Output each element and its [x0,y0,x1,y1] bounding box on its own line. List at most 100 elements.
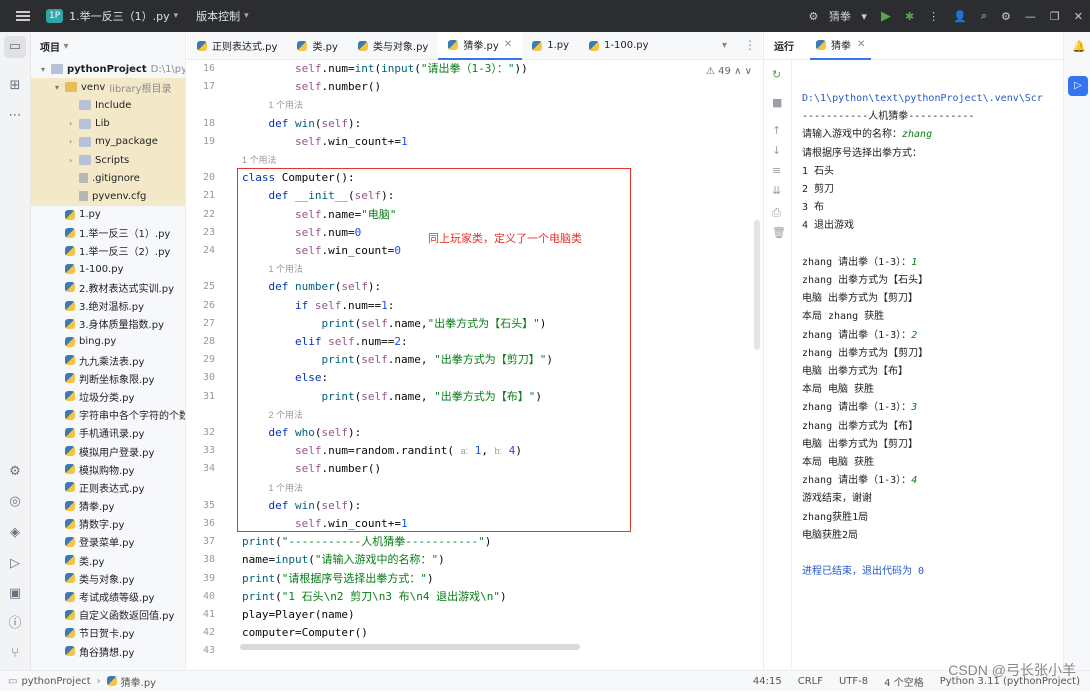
stop-icon[interactable]: ■ [772,96,782,109]
tree-item[interactable]: bing.py [31,333,185,351]
tree-item[interactable]: 1-100.py [31,260,185,278]
tree-item[interactable]: › Lib [31,114,185,133]
line-number[interactable]: 27 [203,318,215,329]
debug-icon[interactable]: ✱ [905,10,914,23]
run-icon[interactable]: ▶ [881,9,891,24]
line-number[interactable]: 28 [203,336,215,347]
tree-item[interactable]: 登录菜单.py [31,533,185,551]
settings-icon[interactable]: ⚙ [1001,10,1011,23]
code-line[interactable]: self.win_count=0 [242,242,401,260]
tree-item[interactable]: 1.py [31,206,185,224]
warnings-indicator[interactable]: ⚠ 49 ∧ ∨ [706,66,752,77]
status-encoding[interactable]: UTF-8 [839,676,868,687]
line-number[interactable]: 30 [203,372,215,383]
tree-item[interactable]: 猜拳.py [31,497,185,515]
status-indent[interactable]: 4 个空格 [884,674,924,689]
code-line[interactable]: self.win_count+=1 [242,133,408,151]
tree-item[interactable]: .gitignore [31,169,185,188]
chevron-down-icon[interactable]: ▾ [244,11,249,21]
more-icon[interactable]: ⋮ [744,38,756,52]
code-line[interactable]: print(self.name, "出拳方式为【剪刀】") [242,351,552,369]
tree-item[interactable]: 类与对象.py [31,569,185,587]
status-cursor-position[interactable]: 44:15 [753,676,782,687]
main-menu-icon[interactable] [16,11,30,21]
chevron-down-icon[interactable]: ▾ [41,65,51,74]
code-line[interactable]: def win(self): [242,115,362,133]
line-number[interactable]: 23 [203,227,215,238]
code-line[interactable]: self.num=random.randint( a: 1, b: 4) [242,442,522,460]
trash-icon[interactable]: 🗑 [772,226,786,239]
tree-item[interactable]: 模拟购物.py [31,460,185,478]
tree-item[interactable]: 3.身体质量指数.py [31,315,185,333]
tree-item[interactable]: 九九乘法表.py [31,351,185,369]
tree-item[interactable]: › my_package [31,132,185,151]
restore-icon[interactable]: ❐ [1050,10,1060,23]
status-line-separator[interactable]: CRLF [798,676,823,687]
chevron-down-icon[interactable]: ▾ [174,11,179,21]
tree-item[interactable]: 考试成绩等级.py [31,587,185,605]
chevron-icon[interactable]: › [69,137,79,146]
code-line[interactable]: self.num=0 [242,224,361,242]
scroll-to-end-icon[interactable]: ⇊ [772,184,781,197]
line-number[interactable]: 19 [203,136,215,147]
editor-hscrollbar[interactable] [240,644,580,650]
project-panel-header[interactable]: 项目 ▾ [31,32,185,60]
tree-item[interactable]: 垃圾分类.py [31,387,185,405]
line-number[interactable]: 31 [203,391,215,402]
print-icon[interactable]: ⎙ [772,206,781,220]
line-number[interactable]: 35 [203,500,215,511]
current-file-title[interactable]: 1.举一反三（1）.py [69,8,169,24]
project-tool-icon[interactable]: ▭ [4,36,26,58]
line-number[interactable]: 25 [203,281,215,292]
console-output[interactable]: D:\1\python\text\pythonProject\.venv\Scr… [802,90,1090,581]
git-icon[interactable]: ⑂ [7,646,23,662]
editor-tab[interactable]: 正则表达式.py [187,32,287,60]
line-number[interactable]: 22 [203,209,215,220]
more-tools-icon[interactable]: ⋯ [7,108,23,124]
vcs-menu[interactable]: 版本控制 [196,8,240,24]
tree-item[interactable]: 角谷猜想.py [31,642,185,660]
python-console-icon[interactable]: ◎ [7,494,23,510]
code-line[interactable]: if self.num==1: [242,297,394,315]
editor-tab[interactable]: 猜拳.py ✕ [438,31,523,60]
line-number[interactable]: 43 [203,645,215,656]
editor-tab[interactable]: 1-100.py [579,32,659,60]
code-editor[interactable]: self.num=int(input("请出拳（1-3）：")) self.nu… [227,60,762,650]
structure-tool-icon[interactable]: ⊞ [7,78,23,94]
rerun-icon[interactable]: ↻ [772,68,781,81]
tree-item[interactable]: 3.绝对温标.py [31,296,185,314]
code-line[interactable]: self.name="电脑" [242,206,397,224]
inlay-hint-line[interactable]: 2 个用法 [242,406,304,424]
code-line[interactable]: elif self.num==2: [242,333,408,351]
soft-wrap-icon[interactable]: ≡ [772,164,781,177]
tree-item[interactable]: 1.举一反三（1）.py [31,224,185,242]
tree-item[interactable]: 类.py [31,551,185,569]
down-icon[interactable]: ↓ [772,144,781,157]
code-line[interactable]: def __init__(self): [242,187,395,205]
line-number[interactable]: 41 [203,609,215,620]
code-line[interactable]: self.number() [242,460,381,478]
run-tool-icon[interactable]: ▷ [1068,76,1088,96]
services-icon[interactable]: ◈ [7,525,23,541]
tree-item[interactable]: pyvenv.cfg [31,187,185,206]
code-line[interactable]: play=Player(name) [242,606,355,624]
code-line[interactable]: self.number() [242,78,381,96]
code-line[interactable]: self.num=int(input("请出拳（1-3）：")) [242,60,528,78]
terminal-icon[interactable]: ▣ [7,586,23,602]
tree-item[interactable]: 模拟用户登录.py [31,442,185,460]
up-icon[interactable]: ↑ [772,124,781,137]
minimize-icon[interactable]: — [1025,10,1036,23]
line-number[interactable]: 18 [203,118,215,129]
inlay-hint-line[interactable]: 1 个用法 [242,260,304,278]
line-number[interactable]: 38 [203,554,215,565]
inlay-hint-line[interactable]: 1 个用法 [242,479,304,497]
code-line[interactable]: def number(self): [242,278,382,296]
tree-item[interactable]: 正则表达式.py [31,478,185,496]
editor-tab[interactable]: 1.py [522,32,579,60]
line-number[interactable]: 34 [203,463,215,474]
close-icon[interactable]: ✕ [1074,10,1083,23]
line-number[interactable]: 37 [203,536,215,547]
line-number[interactable]: 42 [203,627,215,638]
tree-item[interactable]: 自定义函数返回值.py [31,606,185,624]
line-number[interactable]: 39 [203,573,215,584]
